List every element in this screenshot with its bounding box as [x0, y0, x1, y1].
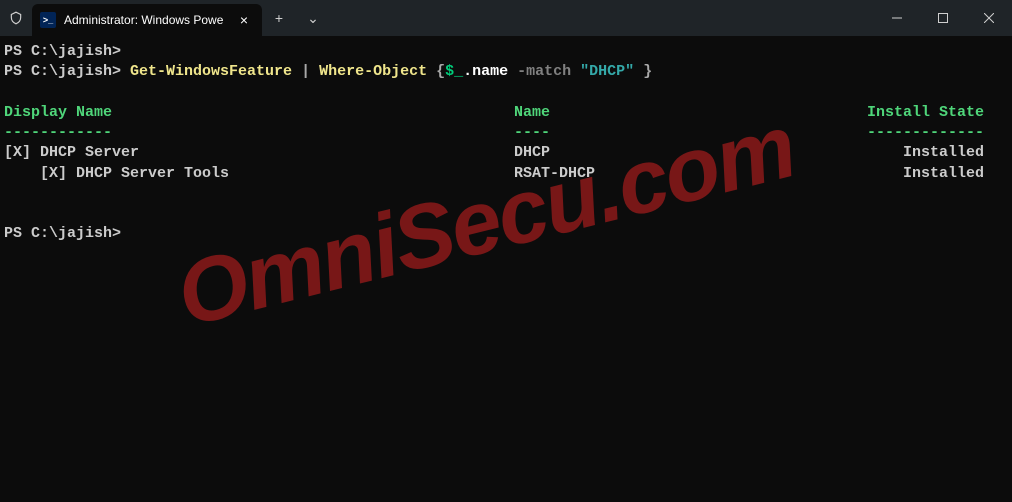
prompt-line-1: PS C:\jajish>: [4, 43, 121, 60]
sep-state: -------------: [784, 123, 984, 143]
prompt-line-2: PS C:\jajish>: [4, 63, 130, 80]
prompt-line-3: PS C:\jajish>: [4, 225, 121, 242]
close-tab-button[interactable]: ×: [236, 12, 252, 28]
powershell-icon: >_: [40, 12, 56, 28]
minimize-button[interactable]: [874, 0, 920, 36]
sep-display: ------------: [4, 123, 514, 143]
table-row: [X] DHCP Server ToolsRSAT-DHCPInstalled: [4, 165, 984, 182]
header-name: Name: [514, 103, 784, 123]
new-tab-button[interactable]: +: [262, 3, 296, 33]
cmd-brace-open: {: [427, 63, 445, 80]
tab-powershell[interactable]: >_ Administrator: Windows Powe ×: [32, 4, 262, 36]
header-display: Display Name: [4, 103, 514, 123]
table-separator: -----------------------------: [4, 124, 984, 141]
row2-state: Installed: [784, 164, 984, 184]
tab-title: Administrator: Windows Powe: [64, 13, 228, 27]
window-controls: [874, 0, 1012, 36]
cmd-var: $_: [445, 63, 463, 80]
maximize-button[interactable]: [920, 0, 966, 36]
cmd-string: "DHCP": [580, 63, 634, 80]
row2-display: [X] DHCP Server Tools: [4, 164, 514, 184]
cmd-brace-close: }: [634, 63, 652, 80]
row2-name: RSAT-DHCP: [514, 164, 784, 184]
table-header: Display NameNameInstall State: [4, 104, 984, 121]
row1-display: [X] DHCP Server: [4, 143, 514, 163]
row1-name: DHCP: [514, 143, 784, 163]
titlebar: >_ Administrator: Windows Powe × + ⌄: [0, 0, 1012, 36]
row1-state: Installed: [784, 143, 984, 163]
sep-name: ----: [514, 123, 784, 143]
cmd-match: -match: [517, 63, 580, 80]
terminal-body[interactable]: PS C:\jajish> PS C:\jajish> Get-WindowsF…: [0, 36, 1012, 502]
cmd-dotname: .name: [463, 63, 517, 80]
cmd-where: Where-Object: [319, 63, 427, 80]
close-window-button[interactable]: [966, 0, 1012, 36]
table-row: [X] DHCP ServerDHCPInstalled: [4, 144, 984, 161]
header-state: Install State: [784, 103, 984, 123]
shield-icon: [0, 0, 32, 36]
cmd-get: Get-WindowsFeature: [130, 63, 292, 80]
cmd-pipe: |: [292, 63, 319, 80]
tab-dropdown-button[interactable]: ⌄: [296, 3, 330, 33]
